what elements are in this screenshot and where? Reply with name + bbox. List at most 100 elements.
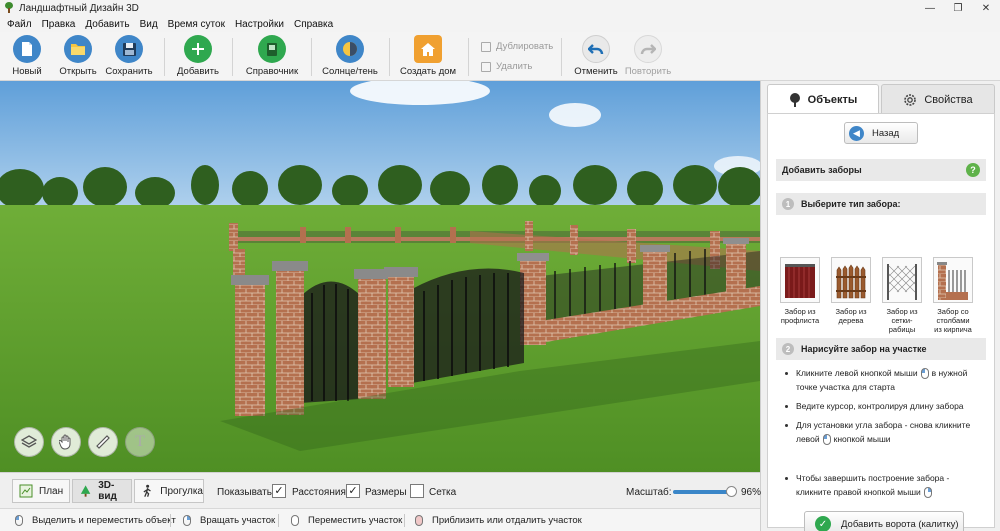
scroll-wheel-icon — [415, 515, 423, 526]
tab-properties[interactable]: Свойства — [881, 84, 995, 114]
status-rotate-hint: Вращать участок — [180, 515, 275, 526]
toolbar-separator — [311, 38, 312, 76]
step2-number: 2 — [782, 343, 794, 355]
status-zoom-hint: Приблизить или отдалить участок — [412, 515, 582, 526]
check-circle-icon: ✓ — [815, 516, 831, 531]
fence-type-profiled[interactable]: Забор из профлиста — [780, 257, 820, 325]
status-separator — [278, 514, 279, 527]
scale-slider-knob[interactable] — [725, 486, 737, 497]
delete-button[interactable]: Удалить — [481, 61, 532, 72]
add-fences-header: Добавить заборы ? — [776, 159, 986, 181]
text-tool-button[interactable]: T — [125, 427, 155, 457]
3d-view-button[interactable]: 3D-вид — [72, 479, 132, 503]
menu-settings[interactable]: Настройки — [230, 19, 289, 30]
status-move-hint: Переместить участок — [288, 515, 402, 526]
gear-icon — [904, 93, 917, 106]
menu-time-of-day[interactable]: Время суток — [163, 19, 230, 30]
tree-icon — [789, 92, 800, 107]
fence-type-chain-link[interactable]: Забор из сетки-рабицы — [882, 257, 922, 334]
objects-panel-body: ◀ Назад Добавить заборы ? 1 Выберите тип… — [767, 113, 995, 531]
brick-post-fence-thumbnail — [933, 257, 973, 303]
grid-checkbox[interactable] — [410, 484, 424, 498]
app-tree-icon — [3, 2, 15, 14]
plan-icon — [19, 484, 33, 498]
step2-header: 2 Нарисуйте забор на участке — [776, 338, 986, 360]
book-icon — [258, 35, 286, 63]
wood-fence-thumbnail — [831, 257, 871, 303]
status-separator — [170, 514, 171, 527]
ruler-icon — [96, 435, 110, 449]
maximize-button[interactable]: ❐ — [944, 0, 972, 16]
walk-view-button[interactable]: Прогулка — [134, 479, 204, 503]
hand-icon — [59, 434, 71, 450]
distances-label: Расстояния — [292, 487, 346, 498]
menu-help[interactable]: Справка — [289, 19, 338, 30]
scale-value: 96% — [741, 487, 762, 498]
status-separator — [404, 514, 405, 527]
scale-slider-track[interactable] — [673, 490, 733, 494]
tab-objects[interactable]: Объекты — [767, 84, 879, 114]
status-select-hint: Выделить и переместить объект — [12, 515, 176, 526]
layers-tool-button[interactable] — [14, 427, 44, 457]
menu-edit[interactable]: Правка — [37, 19, 81, 30]
close-button[interactable]: ✕ — [972, 0, 1000, 16]
fence-type-brick-posts[interactable]: Забор со столбами из кирпича — [933, 257, 973, 334]
menu-view[interactable]: Вид — [135, 19, 163, 30]
back-arrow-icon: ◀ — [849, 125, 864, 141]
show-label: Показывать: — [217, 487, 275, 498]
back-button[interactable]: ◀ Назад — [844, 122, 918, 144]
hand-tool-button[interactable] — [51, 427, 81, 457]
middle-mouse-icon — [291, 515, 299, 526]
chain-link-fence-thumbnail — [882, 257, 922, 303]
3d-tree-icon — [80, 485, 91, 497]
3d-viewport[interactable]: T — [0, 81, 760, 472]
menu-file[interactable]: Файл — [2, 19, 37, 30]
menu-add[interactable]: Добавить — [80, 19, 134, 30]
copy-icon — [481, 41, 491, 52]
add-gate-button[interactable]: ✓ Добавить ворота (калитку) — [804, 511, 964, 531]
viewport-tools: T — [14, 427, 162, 457]
open-button[interactable]: Открыть — [57, 35, 99, 79]
scale-label: Масштаб: — [626, 487, 672, 498]
ruler-tool-button[interactable] — [88, 427, 118, 457]
garden-scene — [0, 81, 760, 472]
window-title: Ландшафтный Дизайн 3D — [19, 2, 139, 14]
reference-button[interactable]: Справочник — [245, 35, 299, 79]
status-bar: Выделить и переместить объект Вращать уч… — [0, 508, 760, 531]
create-house-button[interactable]: Создать дом — [400, 35, 456, 79]
save-button[interactable]: Сохранить — [105, 35, 153, 79]
sizes-label: Размеры — [365, 487, 407, 498]
undo-button[interactable]: Отменить — [574, 35, 618, 79]
finish-instruction: Чтобы завершить построение забора - клик… — [780, 471, 988, 504]
instruction-drag: Ведите курсор, контролируя длину забора — [780, 399, 985, 413]
toolbar-separator — [468, 38, 469, 76]
left-mouse-icon — [822, 434, 831, 446]
toolbar-separator — [389, 38, 390, 76]
step1-header: 1 Выберите тип забора: — [776, 193, 986, 215]
walking-person-icon — [143, 484, 151, 497]
right-mouse-icon — [183, 515, 191, 526]
minimize-button[interactable]: — — [916, 0, 944, 16]
instruction-corner: Для установки угла забора - снова кликни… — [780, 418, 985, 446]
plus-icon — [184, 35, 212, 63]
window-controls: — ❐ ✕ — [916, 0, 1000, 16]
floppy-disk-icon — [115, 35, 143, 63]
toolbar-separator — [561, 38, 562, 76]
title-bar: Ландшафтный Дизайн 3D — ❐ ✕ — [0, 0, 1000, 16]
fence-type-wood[interactable]: Забор из дерева — [831, 257, 871, 325]
trash-icon — [481, 61, 491, 72]
help-icon[interactable]: ? — [966, 163, 980, 177]
right-panel: Объекты Свойства ◀ Назад Добавить заборы… — [760, 81, 1000, 531]
redo-button[interactable]: Повторить — [624, 35, 672, 79]
add-button[interactable]: Добавить — [176, 35, 220, 79]
sun-shadow-button[interactable]: Солнце/тень — [322, 35, 378, 79]
new-button[interactable]: Новый — [10, 35, 44, 79]
duplicate-button[interactable]: Дублировать — [481, 41, 553, 52]
sizes-checkbox[interactable]: ✓ — [346, 484, 360, 498]
plan-view-button[interactable]: План — [12, 479, 70, 503]
toolbar-separator — [164, 38, 165, 76]
grid-label: Сетка — [429, 487, 457, 498]
distances-checkbox[interactable]: ✓ — [272, 484, 286, 498]
left-mouse-icon — [15, 515, 23, 526]
redo-arrow-icon — [634, 35, 662, 63]
